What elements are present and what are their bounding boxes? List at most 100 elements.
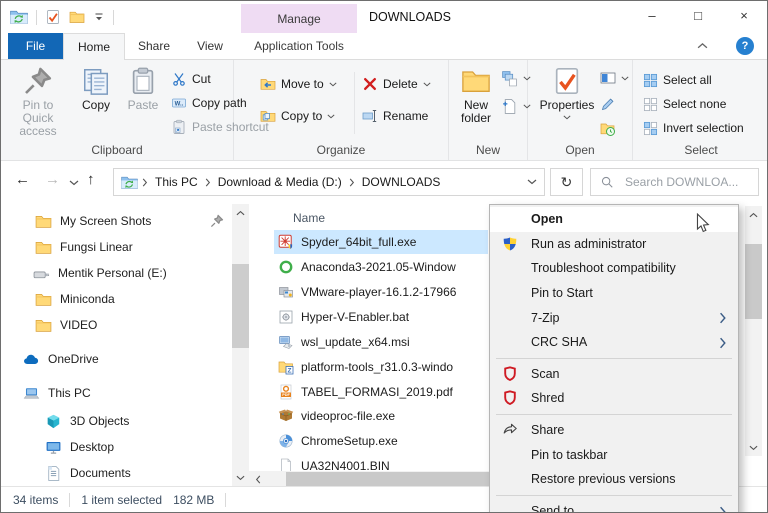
this-pc-icon bbox=[23, 385, 40, 402]
easy-access-button[interactable] bbox=[501, 68, 531, 88]
recent-locations-chevron-icon[interactable] bbox=[69, 180, 79, 186]
search-input[interactable] bbox=[623, 174, 768, 190]
file-row-tabel-formasi[interactable]: TABEL_FORMASI_2019.pdf bbox=[274, 380, 488, 404]
history-button[interactable] bbox=[600, 119, 616, 139]
file-row-platform-tools[interactable]: platform-tools_r31.0.3-windo bbox=[274, 355, 488, 379]
title-bar: Manage DOWNLOADS – □ × bbox=[1, 1, 767, 33]
menu-separator bbox=[496, 495, 732, 496]
file-row-vmware[interactable]: VMware-player-16.1.2-17966 bbox=[274, 280, 488, 304]
file-row-spyder[interactable]: Spyder_64bit_full.exe bbox=[274, 230, 488, 254]
menu-item-restore-previous-versions[interactable]: Restore previous versions bbox=[490, 467, 738, 492]
select-all-button[interactable]: Select all bbox=[643, 70, 712, 90]
back-button[interactable]: ← bbox=[15, 171, 30, 188]
scroll-down-icon[interactable] bbox=[232, 469, 249, 486]
file-row-videoproc[interactable]: videoproc-file.exe bbox=[274, 404, 488, 428]
file-row-wsl[interactable]: wsl_update_x64.msi bbox=[274, 330, 488, 354]
maximize-button[interactable]: □ bbox=[675, 1, 721, 33]
copy-button[interactable]: Copy bbox=[73, 66, 119, 112]
scroll-up-icon[interactable] bbox=[232, 204, 249, 221]
menu-item-crc-sha[interactable]: CRC SHA bbox=[490, 330, 738, 355]
tab-share[interactable]: Share bbox=[125, 33, 183, 59]
breadcrumb-chevron-icon[interactable] bbox=[205, 178, 211, 187]
new-item-button[interactable] bbox=[501, 96, 531, 116]
invert-selection-button[interactable]: Invert selection bbox=[643, 118, 744, 138]
breadcrumb-chevron-icon[interactable] bbox=[349, 178, 355, 187]
sidebar-scrollbar[interactable] bbox=[232, 204, 249, 486]
scroll-down-icon[interactable] bbox=[745, 439, 762, 456]
column-header-name[interactable]: Name bbox=[293, 211, 325, 225]
menu-item-shred[interactable]: Shred bbox=[490, 386, 738, 411]
properties-check-icon[interactable] bbox=[45, 9, 61, 25]
properties-button[interactable]: Properties bbox=[538, 66, 596, 120]
tab-application-tools[interactable]: Application Tools bbox=[241, 33, 357, 59]
select-none-button[interactable]: Select none bbox=[643, 94, 726, 114]
edit-button[interactable] bbox=[600, 94, 616, 114]
sidebar-item-miniconda[interactable]: Miniconda bbox=[1, 286, 232, 312]
menu-item-share[interactable]: Share bbox=[490, 418, 738, 443]
search-box[interactable] bbox=[590, 168, 759, 196]
menu-item-troubleshoot-compatibility[interactable]: Troubleshoot compatibility bbox=[490, 256, 738, 281]
sidebar-item-onedrive[interactable]: OneDrive bbox=[1, 346, 232, 372]
sidebar-item-video[interactable]: VIDEO bbox=[1, 312, 232, 338]
contextual-tab-manage[interactable]: Manage bbox=[241, 4, 357, 33]
delete-button[interactable]: Delete bbox=[362, 74, 431, 94]
breadcrumb-drive[interactable]: Download & Media (D:) bbox=[215, 175, 345, 189]
sidebar-item-3d-objects[interactable]: 3D Objects bbox=[1, 408, 232, 434]
pin-to-quick-access-button[interactable]: Pin to Quick access bbox=[6, 66, 70, 138]
sidebar-item-my-screen-shots[interactable]: My Screen Shots bbox=[1, 208, 232, 234]
minimize-button[interactable]: – bbox=[629, 1, 675, 33]
new-folder-button[interactable]: New folder bbox=[451, 66, 501, 125]
open-button[interactable] bbox=[600, 68, 629, 88]
help-button[interactable]: ? bbox=[736, 37, 754, 55]
chevron-down-icon bbox=[527, 179, 537, 185]
edit-pencil-icon bbox=[600, 96, 616, 112]
refresh-button[interactable]: ↻ bbox=[550, 168, 583, 196]
3d-objects-icon bbox=[45, 413, 62, 430]
paste-icon bbox=[128, 66, 158, 96]
submenu-chevron-icon bbox=[719, 506, 727, 513]
collapse-ribbon-icon[interactable] bbox=[697, 42, 708, 49]
sidebar-item-desktop[interactable]: Desktop bbox=[1, 434, 232, 460]
copy-to-button[interactable]: Copy to bbox=[260, 106, 335, 126]
address-box[interactable]: This PC Download & Media (D:) DOWNLOADS bbox=[113, 168, 545, 196]
tab-view[interactable]: View bbox=[183, 33, 237, 59]
scrollbar-thumb[interactable] bbox=[745, 244, 762, 319]
up-button[interactable]: ↑ bbox=[87, 171, 95, 188]
menu-item-pin-to-taskbar[interactable]: Pin to taskbar bbox=[490, 442, 738, 467]
menu-separator bbox=[496, 414, 732, 415]
divider bbox=[354, 72, 355, 134]
breadcrumb-downloads[interactable]: DOWNLOADS bbox=[359, 175, 444, 189]
breadcrumb-chevron-icon[interactable] bbox=[142, 178, 148, 187]
address-dropdown-button[interactable] bbox=[520, 179, 544, 185]
sidebar-item-documents[interactable]: Documents bbox=[1, 460, 232, 486]
tab-home[interactable]: Home bbox=[63, 33, 125, 60]
cut-button[interactable]: Cut bbox=[171, 69, 211, 89]
file-row-chromesetup[interactable]: ChromeSetup.exe bbox=[274, 429, 488, 453]
toolbar-dropdown-icon[interactable] bbox=[93, 12, 105, 22]
breadcrumb-this-pc[interactable]: This PC bbox=[152, 175, 201, 189]
move-to-button[interactable]: Move to bbox=[260, 74, 337, 94]
sidebar-item-mentik-personal[interactable]: Mentik Personal (E:) bbox=[1, 260, 232, 286]
forward-button[interactable]: → bbox=[45, 171, 60, 188]
file-row-hyperv[interactable]: Hyper-V-Enabler.bat bbox=[274, 305, 488, 329]
menu-item-scan[interactable]: Scan bbox=[490, 362, 738, 387]
ribbon: Pin to Quick access Copy Paste Cut Copy … bbox=[1, 60, 767, 161]
rename-button[interactable]: Rename bbox=[362, 106, 428, 126]
desktop-icon bbox=[45, 439, 62, 456]
menu-item-7zip[interactable]: 7-Zip bbox=[490, 305, 738, 330]
folder-icon[interactable] bbox=[69, 9, 85, 25]
invert-selection-icon bbox=[643, 121, 658, 136]
close-button[interactable]: × bbox=[721, 1, 767, 33]
scroll-up-icon[interactable] bbox=[745, 206, 762, 223]
sidebar-item-fungsi-linear[interactable]: Fungsi Linear bbox=[1, 234, 232, 260]
menu-item-pin-to-start[interactable]: Pin to Start bbox=[490, 281, 738, 306]
file-row-anaconda[interactable]: Anaconda3-2021.05-Window bbox=[274, 255, 488, 279]
ribbon-group-clipboard: Pin to Quick access Copy Paste Cut Copy … bbox=[1, 60, 234, 160]
menu-item-send-to[interactable]: Send to bbox=[490, 499, 738, 513]
sidebar-item-this-pc[interactable]: This PC bbox=[1, 380, 232, 406]
tab-file[interactable]: File bbox=[8, 33, 63, 59]
paste-button[interactable]: Paste bbox=[120, 66, 166, 112]
scrollbar-thumb[interactable] bbox=[232, 264, 249, 348]
menu-item-run-as-administrator[interactable]: Run as administrator bbox=[490, 232, 738, 257]
file-list-vertical-scrollbar[interactable] bbox=[745, 206, 762, 456]
